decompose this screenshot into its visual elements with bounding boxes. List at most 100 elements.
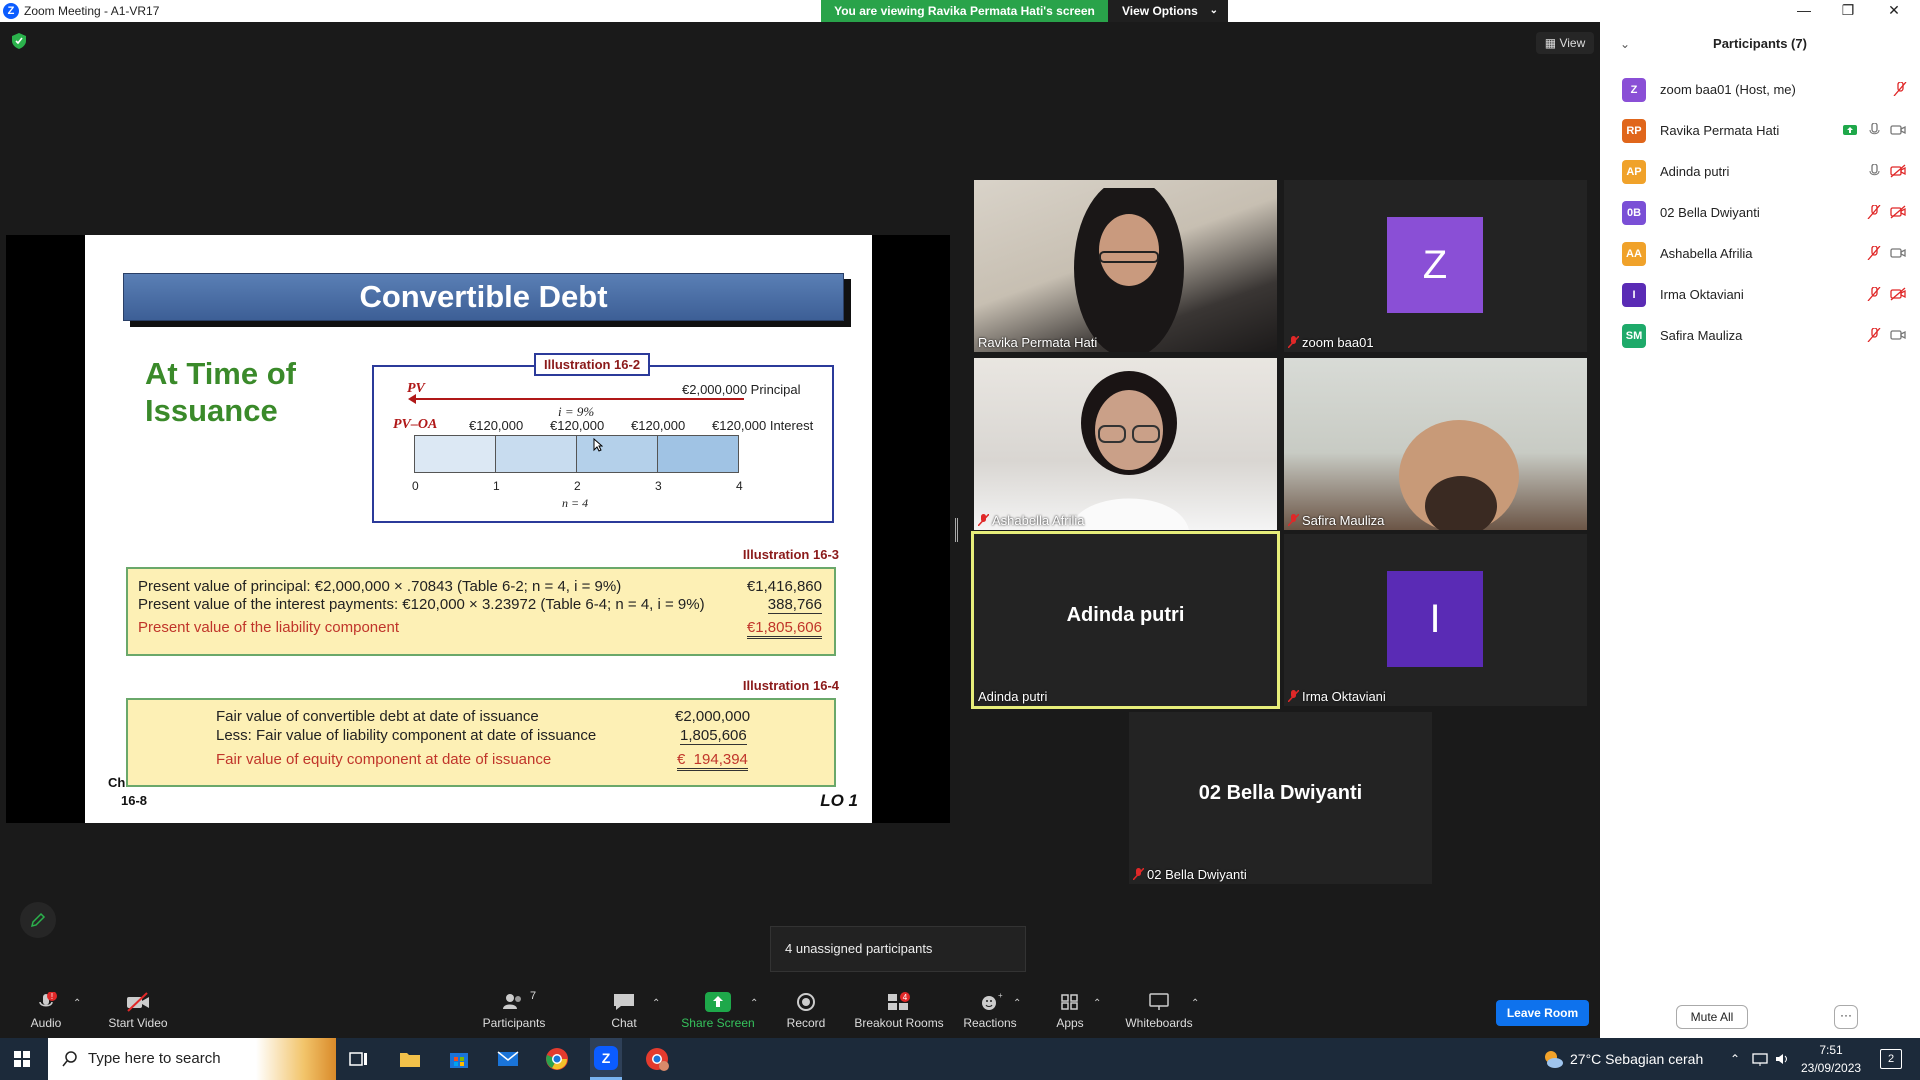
notification-icon[interactable]: 2	[1880, 1049, 1902, 1069]
muted-mic-icon[interactable]	[1866, 287, 1882, 301]
video-off-icon[interactable]	[1890, 164, 1906, 178]
muted-mic-icon[interactable]	[1866, 205, 1882, 219]
network-icon[interactable]	[1752, 1052, 1768, 1066]
participant-name: 02 Bella Dwiyanti	[1133, 867, 1247, 882]
pv-arrow	[408, 394, 744, 404]
apps-options-caret[interactable]: ⌃	[1093, 998, 1101, 1009]
fair-value-table: Fair value of convertible debt at date o…	[126, 698, 836, 787]
participant-name: zoom baa01 (Host, me)	[1660, 82, 1796, 97]
chat-button[interactable]: Chat	[604, 982, 644, 1038]
share-options-caret[interactable]: ⌃	[750, 998, 758, 1009]
participant-row[interactable]: RP Ravika Permata Hati	[1600, 109, 1920, 150]
weather-icon[interactable]	[1540, 1047, 1564, 1071]
video-icon[interactable]	[1890, 246, 1906, 260]
muted-mic-icon[interactable]	[1866, 246, 1882, 260]
participant-row[interactable]: SM Safira Mauliza	[1600, 314, 1920, 355]
avatar: AA	[1622, 242, 1646, 266]
video-tile[interactable]: Ravika Permata Hati	[974, 180, 1277, 352]
chat-options-caret[interactable]: ⌃	[652, 998, 660, 1009]
video-off-icon[interactable]	[1890, 205, 1906, 219]
slide-chapter: Ch	[108, 775, 126, 790]
pv-principal-label: Present value of principal: €2,000,000 ×…	[138, 578, 622, 595]
unassigned-participants-toast[interactable]: 4 unassigned participants	[770, 926, 1026, 972]
period-tick: 0	[412, 479, 419, 493]
reactions-options-caret[interactable]: ⌃	[1013, 998, 1021, 1009]
record-button[interactable]: Record	[786, 982, 826, 1038]
participant-big-name: Adinda putri	[1066, 604, 1185, 626]
mic-icon: !	[39, 992, 57, 1007]
fv-equity-label: Fair value of equity component at date o…	[216, 751, 552, 768]
mic-icon[interactable]	[1866, 123, 1882, 137]
participants-button[interactable]: 7 Participants	[478, 982, 550, 1038]
participants-panel-header: ⌄ Participants (7)	[1600, 22, 1920, 66]
leave-room-button[interactable]: Leave Room	[1496, 1000, 1589, 1026]
windows-start-icon[interactable]	[14, 1051, 30, 1067]
whiteboards-button[interactable]: Whiteboards	[1122, 982, 1196, 1038]
task-view-icon[interactable]	[347, 1047, 371, 1071]
svg-text:+: +	[998, 992, 1003, 1000]
video-tile-active-speaker[interactable]: Adinda putri Adinda putri	[971, 531, 1280, 709]
breakout-rooms-button[interactable]: 4 Breakout Rooms	[853, 982, 945, 1038]
video-off-icon[interactable]	[1890, 287, 1906, 301]
share-screen-button[interactable]: Share Screen	[680, 982, 756, 1038]
zoom-logo-icon: Z	[3, 3, 19, 19]
avatar: SM	[1622, 324, 1646, 348]
muted-mic-icon[interactable]	[1892, 82, 1908, 96]
participant-name-text: Ashabella Afrilia	[992, 513, 1085, 528]
chrome-icon[interactable]	[545, 1047, 569, 1071]
more-options-button[interactable]: ···	[1834, 1005, 1858, 1029]
volume-icon[interactable]	[1775, 1052, 1791, 1066]
weather-text[interactable]: 27°C Sebagian cerah	[1570, 1038, 1703, 1080]
splitter-handle[interactable]	[955, 518, 958, 542]
apps-button[interactable]: Apps	[1050, 982, 1090, 1038]
close-button[interactable]: ✕	[1872, 0, 1916, 22]
fv-liability-value: 1,805,606	[680, 727, 747, 745]
collapse-chevron-icon[interactable]: ⌄	[1620, 22, 1630, 66]
restore-button[interactable]: ❐	[1826, 0, 1870, 22]
avatar: Z	[1387, 217, 1483, 313]
chrome-profile-icon[interactable]	[645, 1047, 669, 1071]
participant-row[interactable]: AP Adinda putri	[1600, 150, 1920, 191]
participant-row[interactable]: I Irma Oktaviani	[1600, 273, 1920, 314]
video-icon[interactable]	[1890, 123, 1906, 137]
muted-mic-icon[interactable]	[1866, 328, 1882, 342]
audio-options-caret[interactable]: ⌃	[73, 998, 81, 1009]
file-explorer-icon[interactable]	[398, 1047, 422, 1071]
pencil-icon	[30, 912, 46, 928]
whiteboards-options-caret[interactable]: ⌃	[1191, 998, 1199, 1009]
taskbar-clock[interactable]: 7:51 23/09/2023	[1801, 1041, 1861, 1077]
participant-name-text: Irma Oktaviani	[1302, 689, 1386, 704]
annotate-button[interactable]	[20, 902, 56, 938]
view-button[interactable]: ▦ View	[1536, 32, 1594, 54]
participant-name: Adinda putri	[1660, 164, 1730, 179]
participant-row[interactable]: Z zoom baa01 (Host, me)	[1600, 68, 1920, 109]
minimize-button[interactable]: —	[1782, 0, 1826, 22]
participants-count: 7	[530, 990, 537, 1002]
video-icon[interactable]	[1890, 328, 1906, 342]
reactions-button[interactable]: + Reactions	[962, 982, 1018, 1038]
video-tile[interactable]: I Irma Oktaviani	[1284, 534, 1587, 706]
microsoft-store-icon[interactable]	[447, 1047, 471, 1071]
taskbar-search-box[interactable]: Type here to search	[48, 1038, 336, 1080]
view-label: View	[1559, 36, 1586, 50]
muted-mic-icon	[1288, 336, 1299, 348]
participant-row[interactable]: AA Ashabella Afrilia	[1600, 232, 1920, 273]
video-tile[interactable]: 02 Bella Dwiyanti 02 Bella Dwiyanti	[1129, 712, 1432, 884]
video-tile[interactable]: Safira Mauliza	[1284, 358, 1587, 530]
tray-chevron-icon[interactable]: ⌃	[1730, 1038, 1740, 1080]
start-video-button[interactable]: Start Video	[104, 982, 172, 1038]
mail-icon[interactable]	[496, 1047, 520, 1071]
zoom-taskbar-button[interactable]: Z	[590, 1038, 622, 1080]
audio-button[interactable]: ! Audio	[22, 982, 70, 1038]
video-tile[interactable]: Z zoom baa01	[1284, 180, 1587, 352]
mute-all-button[interactable]: Mute All	[1676, 1005, 1748, 1029]
video-tile[interactable]: Ashabella Afrilia	[974, 358, 1277, 530]
fv-debt-value: €2,000,000	[675, 708, 751, 725]
participant-row[interactable]: 0B 02 Bella Dwiyanti	[1600, 191, 1920, 232]
avatar: I	[1622, 283, 1646, 307]
shield-icon[interactable]	[12, 33, 26, 49]
mic-icon[interactable]	[1866, 164, 1882, 178]
muted-mic-icon	[1288, 690, 1299, 702]
audio-alert-badge: !	[51, 992, 53, 1001]
view-options-button[interactable]: View Options ⌄	[1108, 0, 1228, 22]
